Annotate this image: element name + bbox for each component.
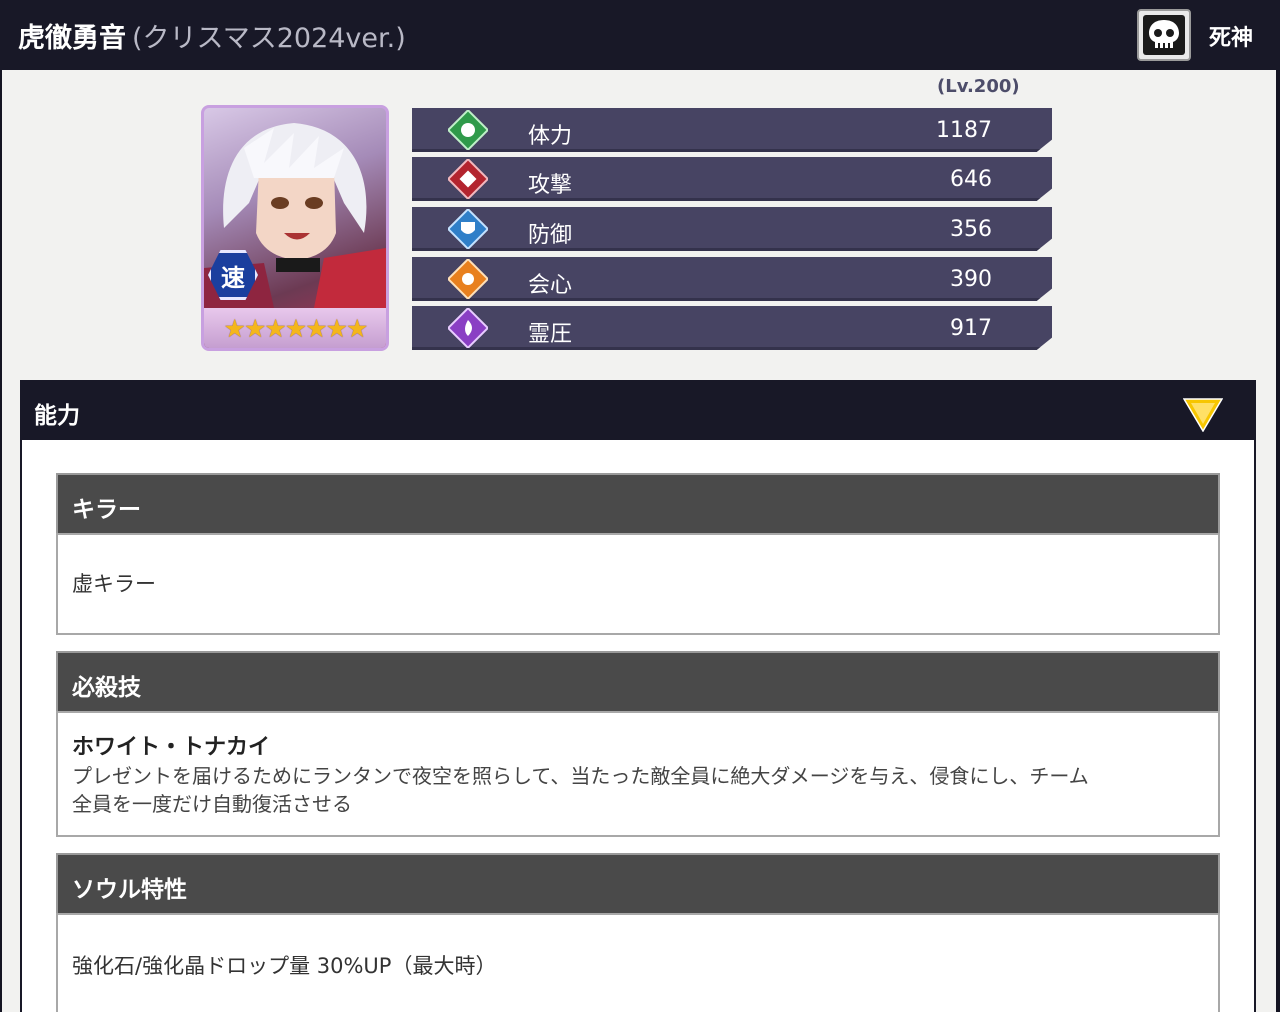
special-move-card: 必殺技 ホワイト・トナカイ プレゼントを届けるためにランタンで夜空を照らして、当… [56, 651, 1220, 837]
stat-value: 1187 [936, 118, 992, 143]
collapse-toggle-icon[interactable] [1183, 398, 1223, 432]
leaf-icon [448, 110, 488, 150]
spirit-icon [448, 308, 488, 348]
character-title: 虎徹勇音 (クリスマス2024ver.) [18, 16, 406, 55]
special-move-heading: 必殺技 [56, 651, 1220, 711]
stat-value: 646 [950, 167, 992, 192]
ability-title: 能力 [34, 403, 80, 429]
stat-name: 会心 [528, 273, 573, 298]
stat-name: 霊圧 [528, 322, 573, 347]
stat-value: 917 [950, 316, 992, 341]
killer-heading: キラー [56, 473, 1220, 533]
critical-icon [448, 259, 488, 299]
stat-name: 防御 [528, 223, 573, 248]
level-label: (Lv.200) [937, 76, 1020, 97]
character-name: 虎徹勇音 [18, 23, 126, 54]
killer-card: キラー 虚キラー [56, 473, 1220, 635]
stat-name: 攻撃 [528, 173, 573, 198]
stat-row-critical: 会心 390 [412, 257, 1052, 301]
killer-text: 虚キラー [56, 533, 1220, 635]
ability-header[interactable]: 能力 [20, 380, 1256, 440]
special-move-name: ホワイト・トナカイ [72, 735, 271, 760]
stat-value: 390 [950, 267, 992, 292]
special-move-body: ホワイト・トナカイ プレゼントを届けるためにランタンで夜空を照らして、当たった敵… [56, 711, 1220, 837]
stat-value: 356 [950, 217, 992, 242]
stat-row-defense: 防御 356 [412, 207, 1052, 251]
stat-row-spirit: 霊圧 917 [412, 306, 1052, 350]
special-move-description-1: プレゼントを届けるためにランタンで夜空を照らして、当たった敵全員に絶大ダメージを… [72, 764, 1089, 788]
attribute-label: 死神 [1209, 26, 1254, 51]
special-move-description-2: 全員を一度だけ自動復活させる [72, 792, 352, 816]
character-portrait[interactable]: 速 ★★★★★★★ [201, 105, 389, 351]
stat-row-hp: 体力 1187 [412, 108, 1052, 152]
rarity-stars: ★★★★★★★ [204, 308, 386, 348]
character-version: (クリスマス2024ver.) [132, 23, 406, 54]
soul-trait-card: ソウル特性 強化石/強化晶ドロップ量 30%UP（最大時） [56, 853, 1220, 1012]
soul-trait-heading: ソウル特性 [56, 853, 1220, 913]
soul-trait-text: 強化石/強化晶ドロップ量 30%UP（最大時） [56, 913, 1220, 1012]
skull-icon [1137, 9, 1191, 61]
attack-icon [448, 159, 488, 199]
page-header: 虎徹勇音 (クリスマス2024ver.) 死神 [0, 0, 1280, 70]
stat-row-attack: 攻撃 646 [412, 157, 1052, 201]
shield-icon [448, 209, 488, 249]
stat-name: 体力 [528, 124, 573, 149]
